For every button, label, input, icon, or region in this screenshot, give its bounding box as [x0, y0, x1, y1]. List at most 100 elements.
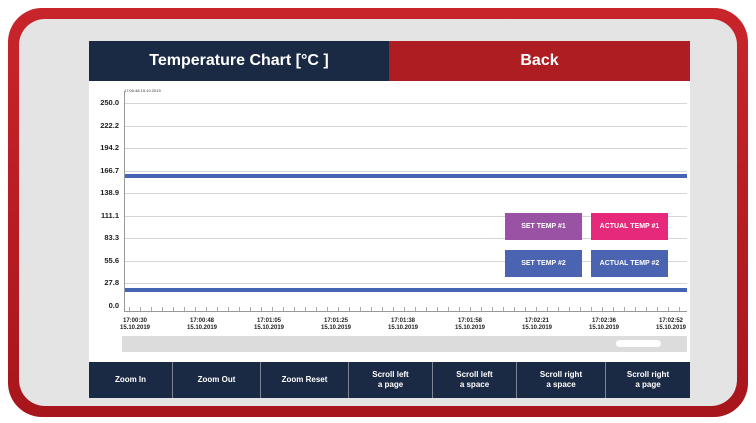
- x-minor-tick: [305, 307, 306, 311]
- x-minor-tick: [272, 307, 273, 311]
- x-tick-label: 17:01:05 15.10.2019: [239, 318, 299, 332]
- chart-scrollbar[interactable]: [122, 336, 687, 352]
- y-tick-label: 250.0: [100, 98, 119, 107]
- x-tick-time: 17:01:05: [256, 318, 282, 324]
- x-minor-tick: [151, 307, 152, 311]
- x-minor-tick: [283, 307, 284, 311]
- x-tick-time: 17:01:25: [323, 318, 349, 324]
- button-label-line1: Scroll left: [456, 370, 493, 379]
- x-minor-tick: [250, 307, 251, 311]
- x-tick-date: 15.10.2019: [320, 325, 352, 331]
- x-tick-label: 17:02:21 15.10.2019: [507, 318, 567, 332]
- x-tick-time: 17:01:58: [457, 318, 483, 324]
- x-minor-tick: [470, 307, 471, 311]
- toolbar: Zoom In Zoom Out Zoom Reset Scroll left …: [89, 362, 690, 398]
- x-minor-tick: [602, 307, 603, 311]
- button-label-line2: a page: [377, 380, 404, 389]
- scroll-left-space-button[interactable]: Scroll left a space: [433, 362, 517, 398]
- x-tick-date: 15.10.2019: [454, 325, 486, 331]
- x-tick-date: 15.10.2019: [253, 325, 285, 331]
- x-minor-tick: [239, 307, 240, 311]
- x-minor-tick: [635, 307, 636, 311]
- button-label-line1: Scroll right: [539, 370, 583, 379]
- y-tick-label: 111.1: [101, 210, 119, 220]
- x-tick-date: 15.10.2019: [588, 325, 620, 331]
- y-tick-label: 222.2: [100, 120, 119, 130]
- x-minor-tick: [591, 307, 592, 311]
- x-minor-tick: [393, 307, 394, 311]
- x-minor-tick: [349, 307, 350, 311]
- legend-set-temp-1[interactable]: SET TEMP #1: [505, 213, 582, 240]
- x-axis: [124, 311, 687, 312]
- x-tick-date: 15.10.2019: [119, 325, 151, 331]
- x-tick-time: 17:02:36: [591, 318, 617, 324]
- x-minor-tick: [536, 307, 537, 311]
- x-minor-tick: [459, 307, 460, 311]
- grid-line: [125, 125, 687, 127]
- x-minor-tick: [371, 307, 372, 311]
- x-minor-tick: [624, 307, 625, 311]
- legend-actual-temp-2[interactable]: ACTUAL TEMP #2: [591, 250, 668, 277]
- x-minor-tick: [338, 307, 339, 311]
- x-minor-tick: [404, 307, 405, 311]
- x-minor-tick: [580, 307, 581, 311]
- x-minor-tick: [294, 307, 295, 311]
- grid-line: [125, 170, 687, 172]
- button-label-line1: Scroll right: [626, 370, 670, 379]
- x-minor-tick: [569, 307, 570, 311]
- x-minor-tick: [261, 307, 262, 311]
- legend-set-temp-2[interactable]: SET TEMP #2: [505, 250, 582, 277]
- grid-line: [125, 148, 687, 150]
- x-minor-tick: [217, 307, 218, 311]
- x-tick-time: 17:00:30: [122, 318, 148, 324]
- y-tick-label: 166.7: [100, 165, 119, 175]
- x-tick-label: 17:00:48 15.10.2019: [172, 318, 232, 332]
- x-tick-date: 15.10.2019: [655, 325, 687, 331]
- x-minor-tick: [448, 307, 449, 311]
- y-tick-label: 0.0: [108, 301, 119, 310]
- grid-line: [125, 283, 687, 285]
- y-tick-label: 194.2: [100, 143, 119, 153]
- grid-line: [125, 103, 687, 104]
- x-minor-tick: [668, 307, 669, 311]
- x-minor-tick: [558, 307, 559, 311]
- x-tick-label: 17:02:52 15.10.2019: [641, 318, 690, 332]
- scroll-right-page-button[interactable]: Scroll right a page: [606, 362, 690, 398]
- y-axis: [124, 91, 125, 311]
- button-label-line2: a space: [546, 380, 576, 389]
- y-tick-label: 55.6: [104, 255, 119, 265]
- page-title: Temperature Chart [°C ]: [89, 41, 389, 81]
- x-minor-tick: [437, 307, 438, 311]
- hmi-screen: Temperature Chart [°C ] Back 17:00:48 15…: [89, 41, 690, 398]
- x-tick-time: 17:00:48: [189, 318, 215, 324]
- scroll-left-page-button[interactable]: Scroll left a page: [349, 362, 433, 398]
- x-minor-tick: [173, 307, 174, 311]
- x-tick-label: 17:01:25 15.10.2019: [306, 318, 366, 332]
- x-tick-date: 15.10.2019: [387, 325, 419, 331]
- x-minor-tick: [228, 307, 229, 311]
- scroll-right-space-button[interactable]: Scroll right a space: [517, 362, 606, 398]
- x-minor-tick: [646, 307, 647, 311]
- zoom-in-button[interactable]: Zoom In: [89, 362, 173, 398]
- grid-line: [125, 193, 687, 195]
- y-tick-label: 138.9: [100, 188, 119, 198]
- zoom-out-button[interactable]: Zoom Out: [173, 362, 261, 398]
- x-minor-tick: [129, 307, 130, 311]
- scrollbar-thumb[interactable]: [616, 340, 661, 347]
- x-minor-tick: [316, 307, 317, 311]
- x-minor-tick: [415, 307, 416, 311]
- x-minor-tick: [547, 307, 548, 311]
- zoom-reset-button[interactable]: Zoom Reset: [261, 362, 349, 398]
- legend-actual-temp-1[interactable]: ACTUAL TEMP #1: [591, 213, 668, 240]
- x-minor-tick: [327, 307, 328, 311]
- x-tick-label: 17:02:36 15.10.2019: [574, 318, 634, 332]
- back-button[interactable]: Back: [389, 41, 690, 81]
- x-tick-time: 17:02:21: [524, 318, 550, 324]
- x-minor-tick: [657, 307, 658, 311]
- x-tick-date: 15.10.2019: [521, 325, 553, 331]
- x-minor-tick: [360, 307, 361, 311]
- x-minor-tick: [426, 307, 427, 311]
- x-minor-tick: [503, 307, 504, 311]
- x-minor-tick: [525, 307, 526, 311]
- x-minor-tick: [514, 307, 515, 311]
